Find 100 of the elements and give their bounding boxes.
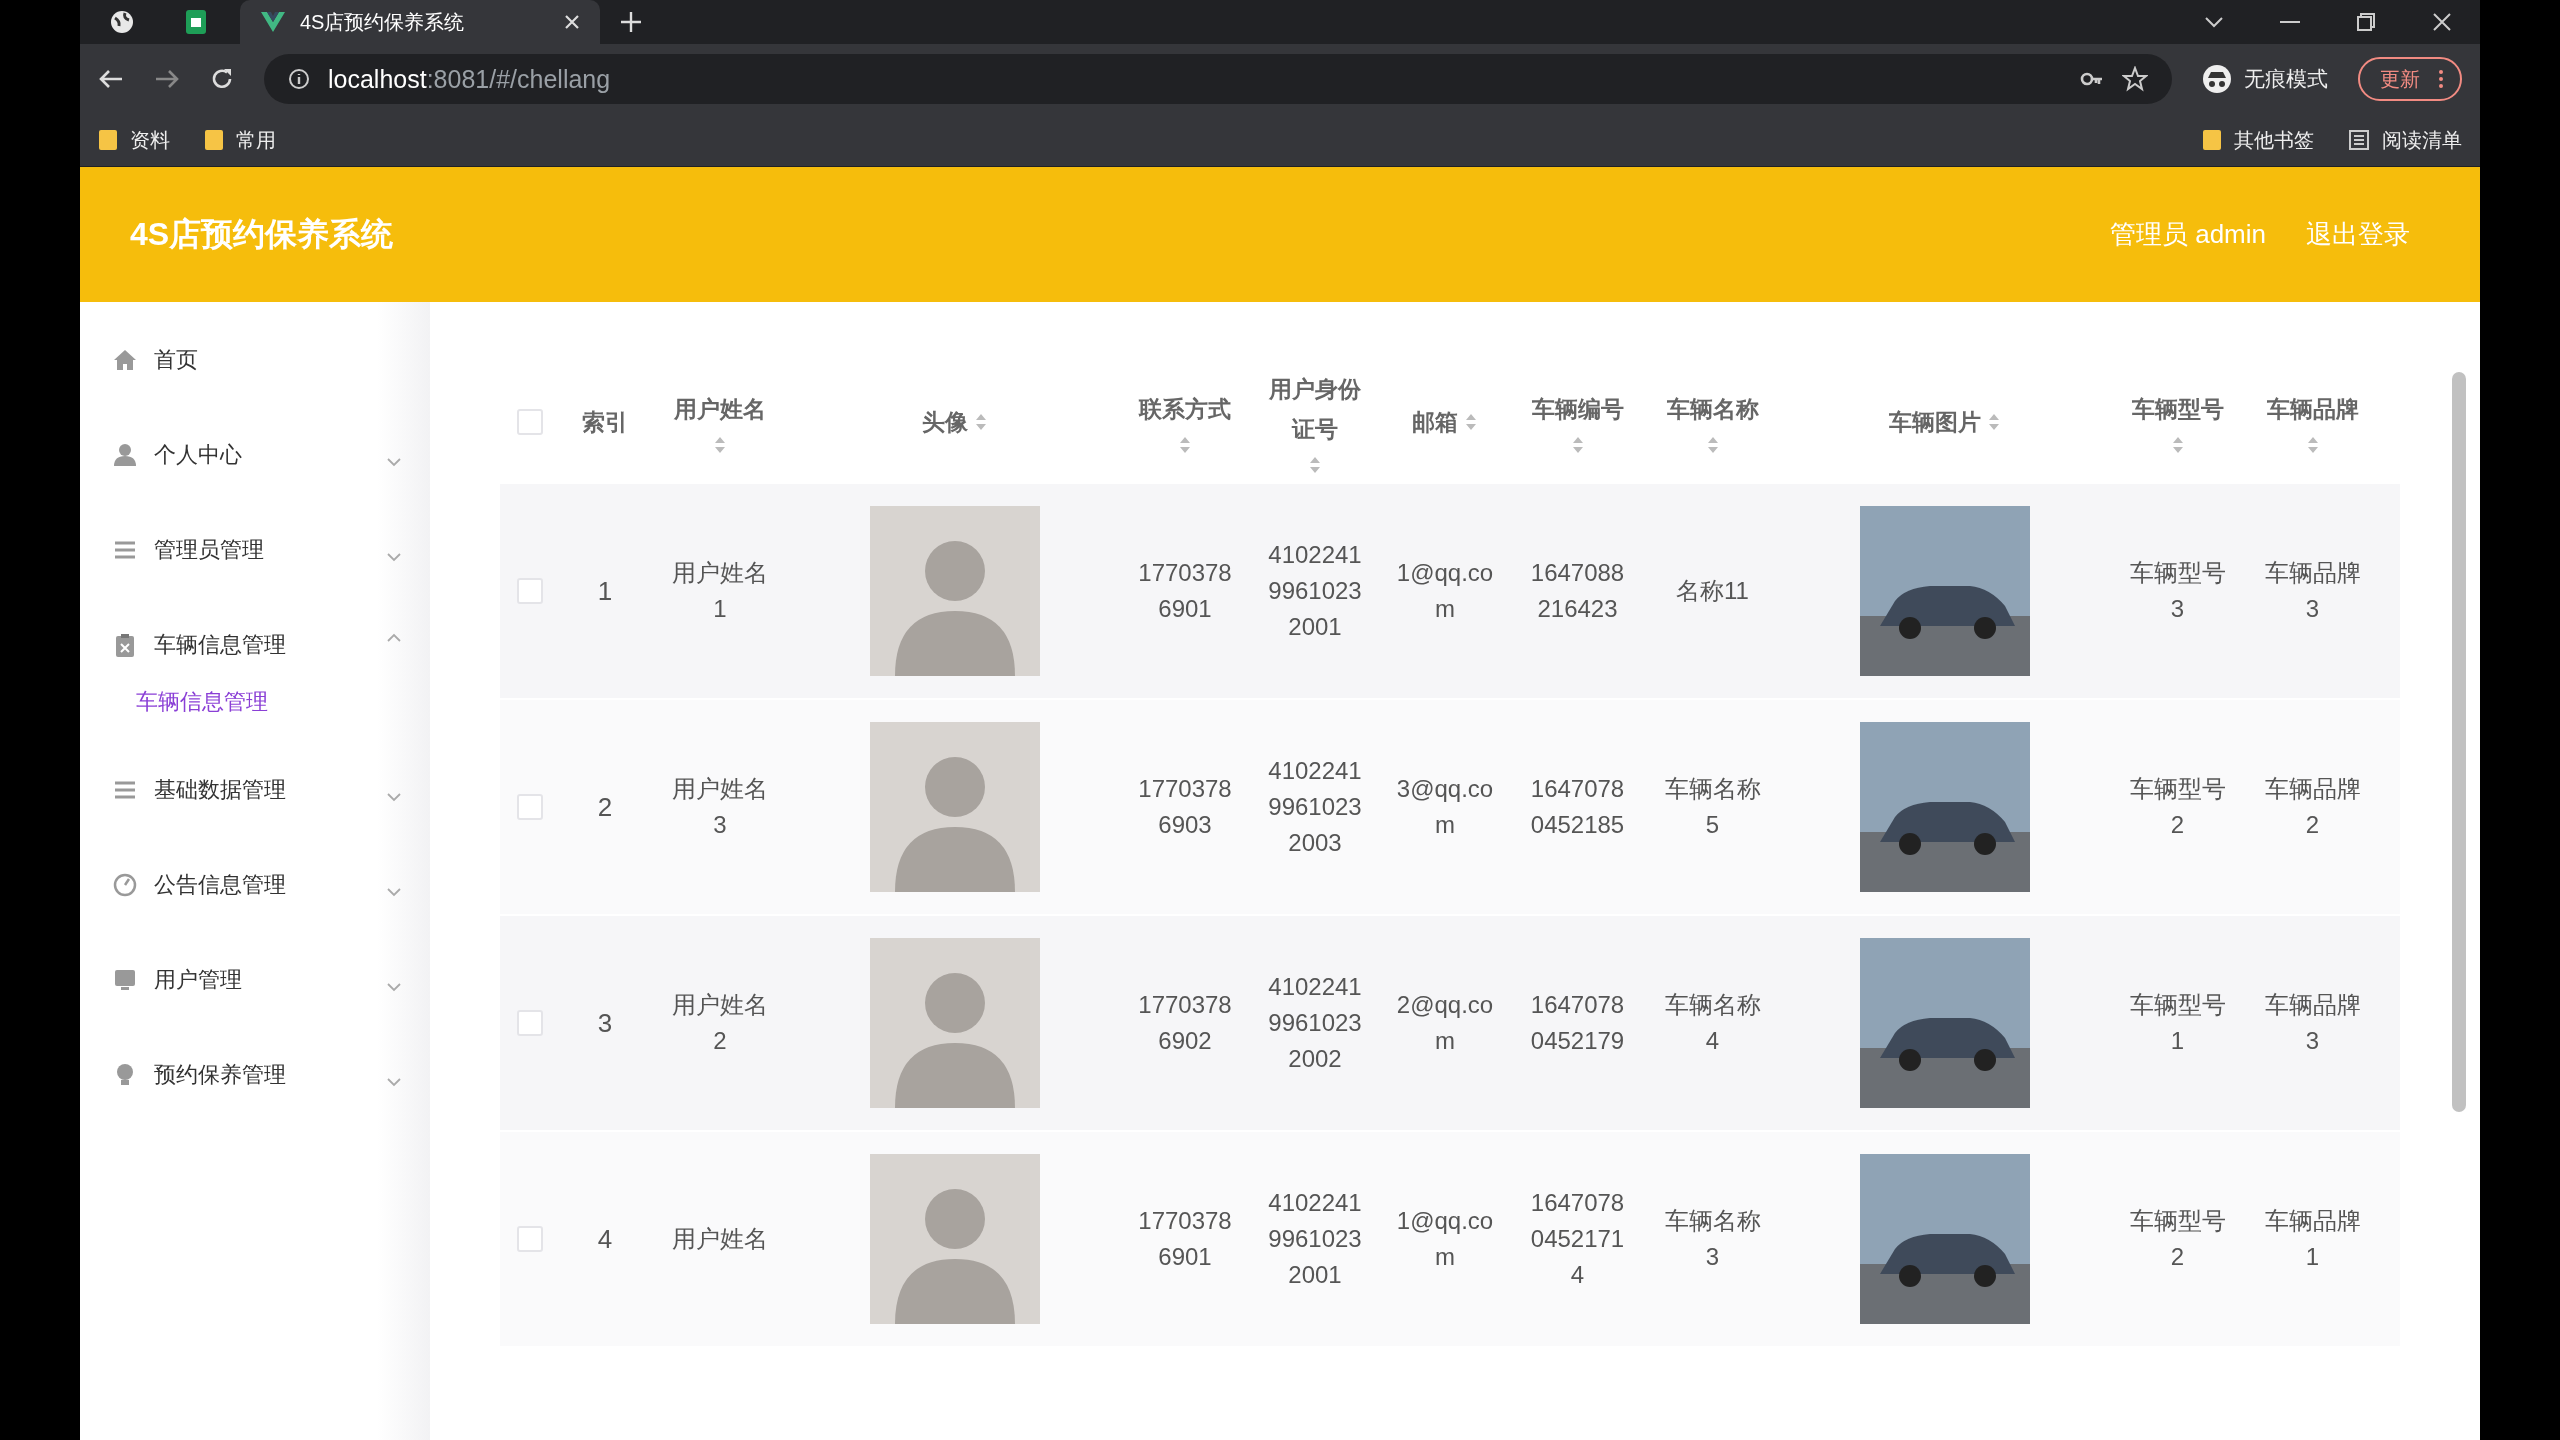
table-cell-text: 2@qq.com	[1395, 990, 1495, 1056]
sort-icon[interactable]	[1308, 455, 1322, 475]
table-cell-text: 17703786901	[1137, 1206, 1233, 1272]
bookmark-folder[interactable]: 其他书签	[2202, 126, 2314, 154]
incognito-profile-button[interactable]: 无痕模式	[2202, 64, 2328, 94]
table-cell-text: 16470780452185	[1529, 774, 1626, 840]
sidebar-menu-item[interactable]: 个人中心	[80, 407, 430, 502]
column-header: 车辆品牌	[2266, 395, 2359, 424]
sort-icon[interactable]	[1987, 412, 2001, 432]
info-icon[interactable]	[288, 68, 310, 90]
column-header: 车辆图片	[1889, 408, 1981, 437]
sort-icon[interactable]	[1464, 412, 1478, 432]
reload-icon[interactable]	[210, 67, 234, 91]
table-cell-text: 名称11	[1675, 576, 1750, 606]
sort-icon[interactable]	[2305, 435, 2320, 455]
globe-icon[interactable]	[109, 9, 135, 35]
new-tab-icon[interactable]	[620, 11, 642, 33]
table-cell-text: 车辆型号2	[2128, 774, 2227, 840]
table-cell-text: 用户姓名3	[671, 774, 769, 840]
column-header: 车辆型号	[2131, 395, 2224, 424]
table-cell-text: 17703786901	[1137, 558, 1233, 624]
table-cell-text: 3	[596, 1007, 614, 1040]
chevron-down-icon[interactable]	[2204, 15, 2224, 29]
table-cell-text: 车辆型号1	[2128, 990, 2227, 1056]
table-cell-text: 1	[596, 575, 614, 608]
bookmark-folder[interactable]: 常用	[204, 126, 276, 154]
reading-list-button[interactable]: 阅读清单	[2348, 126, 2462, 154]
row-checkbox[interactable]	[517, 1010, 543, 1036]
sidebar-menu-item[interactable]: 预约保养管理	[80, 1027, 430, 1122]
column-header: 头像	[922, 408, 968, 437]
table-cell-text: 车辆品牌1	[2263, 1206, 2362, 1272]
table-cell-text: 车辆名称3	[1663, 1206, 1762, 1272]
table-cell-text: 车辆名称5	[1663, 774, 1762, 840]
column-header: 索引	[582, 408, 628, 437]
table-cell-text: 用户姓名2	[671, 990, 769, 1056]
folder-icon	[204, 129, 224, 151]
bookmark-folder[interactable]: 资料	[98, 126, 170, 154]
table-cell-text: 17703786902	[1137, 990, 1233, 1056]
column-header: 车辆编号	[1531, 395, 1624, 424]
sidebar-menu-item[interactable]: 首页	[80, 312, 430, 407]
close-icon[interactable]	[2432, 12, 2452, 32]
table-cell-text: 车辆品牌3	[2263, 558, 2362, 624]
column-header: 邮箱	[1412, 408, 1458, 437]
sidebar-menu-item[interactable]: 基础数据管理	[80, 742, 430, 837]
gauge-icon	[112, 871, 138, 898]
address-field[interactable]: localhost:8081/#/chellang	[264, 54, 2172, 104]
column-header: 车辆名称	[1666, 395, 1759, 424]
update-button[interactable]: 更新	[2358, 57, 2462, 101]
folder-icon	[98, 129, 118, 151]
table-cell-text: 16470780452179	[1529, 990, 1626, 1056]
spreadsheet-icon[interactable]	[184, 9, 208, 35]
column-header: 用户姓名	[674, 395, 766, 424]
scrollbar[interactable]	[2452, 372, 2466, 1112]
table-cell-text: 164707804521714	[1529, 1188, 1626, 1290]
row-checkbox[interactable]	[517, 578, 543, 604]
sort-icon[interactable]	[1570, 435, 1585, 455]
table-cell-text: 3@qq.com	[1395, 774, 1495, 840]
table-cell-text: 1@qq.com	[1395, 1206, 1495, 1272]
admin-user-label: 管理员 admin	[2109, 218, 2266, 251]
table-cell-text: 用户姓名	[671, 1224, 769, 1254]
row-checkbox[interactable]	[517, 794, 543, 820]
table-cell-text: 1@qq.com	[1395, 558, 1495, 624]
sort-icon[interactable]	[1705, 435, 1720, 455]
user-icon	[112, 441, 138, 468]
row-checkbox[interactable]	[517, 1226, 543, 1252]
forward-icon[interactable]	[154, 68, 180, 90]
v-logo-icon	[260, 11, 286, 33]
table-cell-text: 车辆型号3	[2128, 558, 2227, 624]
back-icon[interactable]	[98, 68, 124, 90]
table-cell-text: 车辆名称4	[1663, 990, 1762, 1056]
table-cell-text: 4	[596, 1223, 614, 1256]
sort-icon[interactable]	[974, 412, 988, 432]
column-header: 用户身份证号	[1268, 375, 1362, 444]
restore-icon[interactable]	[2356, 12, 2376, 32]
sort-icon[interactable]	[2170, 435, 2185, 455]
table-cell-text: 2	[596, 791, 614, 824]
star-icon[interactable]	[2122, 66, 2148, 92]
sort-icon[interactable]	[713, 435, 727, 455]
sort-icon[interactable]	[1178, 435, 1192, 455]
sidebar-menu-item[interactable]: 用户管理	[80, 932, 430, 1027]
sidebar-menu-item[interactable]: 管理员管理	[80, 502, 430, 597]
table-cell-text: 17703786903	[1137, 774, 1233, 840]
reading-list-icon	[2348, 129, 2370, 151]
table-cell-text: 车辆型号2	[2128, 1206, 2227, 1272]
close-icon[interactable]	[564, 14, 580, 30]
table-cell-text: 410224199610232001	[1267, 540, 1363, 642]
incognito-icon	[2202, 64, 2232, 94]
table-cell-text: 410224199610232001	[1267, 1188, 1363, 1290]
table-cell-text: 410224199610232002	[1267, 972, 1363, 1074]
minimize-icon[interactable]	[2280, 20, 2300, 24]
app-title: 4S店预约保养系统	[130, 214, 394, 254]
browser-tab[interactable]: 4S店预约保养系统	[240, 0, 600, 44]
folder-icon	[2202, 129, 2222, 151]
column-header: 联系方式	[1139, 395, 1231, 424]
table-cell-text: 用户姓名1	[671, 558, 769, 624]
select-all-checkbox[interactable]	[517, 409, 543, 435]
table-cell-text: 1647088216423	[1529, 558, 1626, 624]
table-cell-text: 车辆品牌2	[2263, 774, 2362, 840]
sidebar-menu-item[interactable]: 公告信息管理	[80, 837, 430, 932]
more-icon	[2438, 69, 2444, 89]
